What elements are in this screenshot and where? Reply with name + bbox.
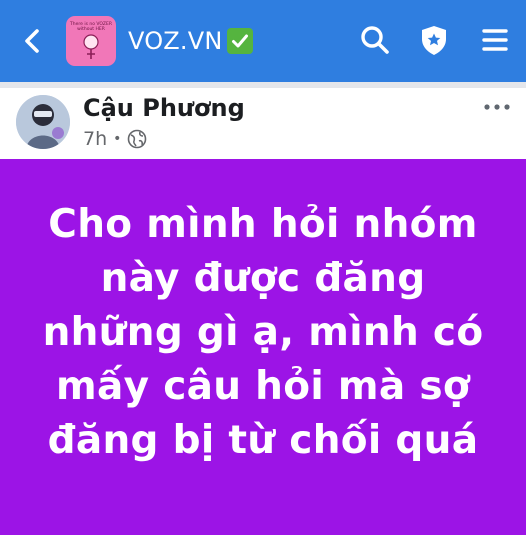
group-title[interactable]: VOZ.VN	[128, 25, 253, 57]
top-bar: There is no VOZER without HER VOZ.VN	[0, 0, 526, 82]
post-time[interactable]: 7h	[83, 128, 107, 150]
avatar[interactable]	[16, 95, 70, 149]
admin-shield-icon[interactable]	[416, 22, 452, 58]
post-meta: 7h •	[83, 127, 147, 151]
post-text-line: Cho mình hỏi nhóm	[48, 202, 478, 247]
post-text-line: này được đăng	[100, 256, 426, 301]
group-name: VOZ.VN	[128, 27, 223, 55]
post-text-line: những gì ạ, mình có	[42, 310, 484, 355]
meta-separator: •	[113, 131, 122, 147]
post-author[interactable]: Cậu Phương	[83, 94, 245, 122]
venus-symbol-icon	[83, 34, 99, 59]
more-icon[interactable]	[482, 100, 512, 114]
check-icon	[226, 28, 253, 54]
post-text-line: đăng bị từ chối quá	[47, 418, 479, 463]
section-divider	[0, 82, 526, 88]
search-icon[interactable]	[357, 22, 393, 58]
menu-icon[interactable]	[477, 22, 513, 58]
post-text: Cho mình hỏi nhóm này được đăng những gì…	[20, 198, 506, 468]
back-icon[interactable]	[18, 26, 48, 56]
post-text-line: mấy câu hỏi mà sợ	[56, 364, 470, 409]
globe-icon	[128, 129, 147, 149]
group-thumbnail[interactable]: There is no VOZER without HER	[66, 16, 116, 66]
